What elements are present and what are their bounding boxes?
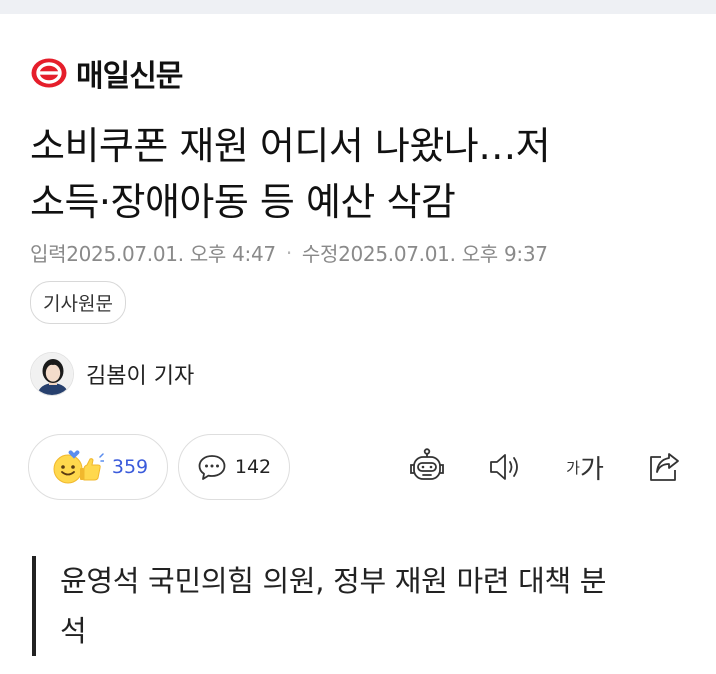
press-name: 매일신문 [76, 59, 183, 94]
article-tools: 가가 [405, 445, 686, 489]
reaction-emoji-icon [53, 450, 104, 484]
reporter-avatar [30, 352, 74, 396]
reaction-button[interactable]: 359 [28, 434, 168, 500]
article-action-bar: 359 142 가 가 [28, 434, 686, 500]
meta-separator: · [285, 240, 292, 265]
article-title-line-1: 소비쿠폰 재원 어디서 나왔나…저 [30, 124, 551, 168]
font-size-small-label: 가 [566, 458, 580, 477]
comment-button[interactable]: 142 [178, 434, 290, 500]
original-article-button[interactable]: 기사원문 [30, 281, 126, 324]
reporter-info[interactable]: 김봄이 기자 [30, 352, 686, 396]
input-label: 입력 [30, 242, 67, 266]
comment-bubble-icon [198, 455, 226, 480]
edit-time: 2025.07.01. 오후 9:37 [338, 242, 548, 266]
reaction-count: 359 [111, 456, 149, 478]
share-button[interactable] [642, 445, 686, 489]
maeil-logo-icon [31, 58, 67, 88]
edit-label: 수정 [301, 242, 339, 266]
input-time: 2025.07.01. 오후 4:47 [66, 242, 276, 266]
article-title: 소비쿠폰 재원 어디서 나왔나…저 소득·장애아동 등 예산 삭감 [30, 118, 686, 230]
press-header[interactable]: 매일신문 [30, 56, 686, 94]
comment-count: 142 [234, 456, 272, 478]
article-summary: 윤영석 국민의힘 의원, 정부 재원 마련 대책 분 석 [32, 556, 686, 656]
article-title-line-2: 소득·장애아동 등 예산 삭감 [30, 180, 456, 224]
article-timestamps: 입력 2025.07.01. 오후 4:47 · 수정 2025.07.01. … [30, 238, 686, 267]
share-icon [650, 453, 679, 481]
summary-line-2: 석 [60, 614, 87, 648]
status-strip [0, 0, 716, 14]
reporter-name: 김봄이 기자 [86, 364, 195, 389]
font-size-large-label: 가 [579, 454, 604, 485]
listen-button[interactable] [484, 445, 528, 489]
summary-line-1: 윤영석 국민의힘 의원, 정부 재원 마련 대책 분 [60, 564, 607, 598]
robot-summary-icon [410, 448, 444, 480]
speaker-icon [490, 454, 518, 480]
font-size-button[interactable]: 가가 [563, 445, 607, 489]
summary-bot-button[interactable] [405, 445, 449, 489]
